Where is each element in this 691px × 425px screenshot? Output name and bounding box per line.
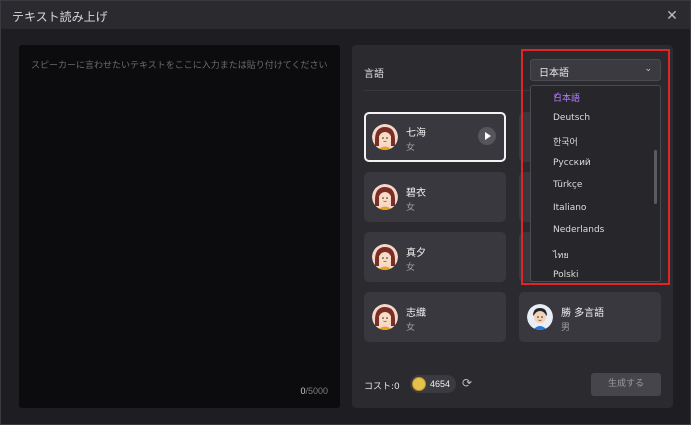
close-icon[interactable]: ✕	[664, 7, 680, 23]
voice-gender: 女	[406, 203, 416, 213]
voice-name: 碧衣	[406, 188, 426, 199]
voice-gender: 女	[406, 143, 416, 153]
title-bar: テキスト読み上げ ✕	[1, 1, 690, 29]
play-icon[interactable]	[478, 127, 496, 145]
text-input-area[interactable]: スピーカーに言わせたいテキストをここに入力または貼り付けてください 0/5000	[19, 45, 340, 408]
female-avatar	[372, 124, 398, 150]
female-avatar	[372, 244, 398, 270]
generate-button[interactable]: 生成する	[591, 373, 661, 396]
language-label: 言語	[364, 69, 384, 80]
voice-gender: 女	[406, 323, 416, 333]
char-count-max: /5000	[305, 386, 328, 396]
window-title: テキスト読み上げ	[12, 10, 108, 24]
voice-card-mayu[interactable]: 真夕 女	[364, 232, 506, 282]
coin-balance: 4654	[410, 375, 456, 393]
voice-gender: 男	[561, 323, 571, 333]
voice-card-aoi[interactable]: 碧衣 女	[364, 172, 506, 222]
male-avatar	[527, 304, 553, 330]
voice-name: 七海	[406, 128, 426, 139]
text-placeholder: スピーカーに言わせたいテキストをここに入力または貼り付けてください	[31, 61, 328, 71]
char-counter: 0/5000	[300, 386, 328, 396]
voice-card-shiori[interactable]: 志織 女	[364, 292, 506, 342]
voice-name: 志織	[406, 308, 426, 319]
voice-gender: 女	[406, 263, 416, 273]
voice-name: 勝 多言語	[561, 308, 605, 319]
voice-card-masaru[interactable]: 勝 多言語 男	[519, 292, 661, 342]
tts-window: テキスト読み上げ ✕ スピーカーに言わせたいテキストをここに入力または貼り付けて…	[0, 0, 691, 425]
refresh-icon[interactable]: ⟳	[462, 376, 476, 390]
cost-label: コスト:0	[364, 382, 400, 392]
voice-name: 真夕	[406, 248, 426, 259]
voice-card-nanami[interactable]: 七海 女	[364, 112, 506, 162]
coin-value: 4654	[430, 379, 451, 389]
coin-icon	[412, 377, 426, 391]
highlight-box	[521, 49, 670, 285]
female-avatar	[372, 304, 398, 330]
female-avatar	[372, 184, 398, 210]
